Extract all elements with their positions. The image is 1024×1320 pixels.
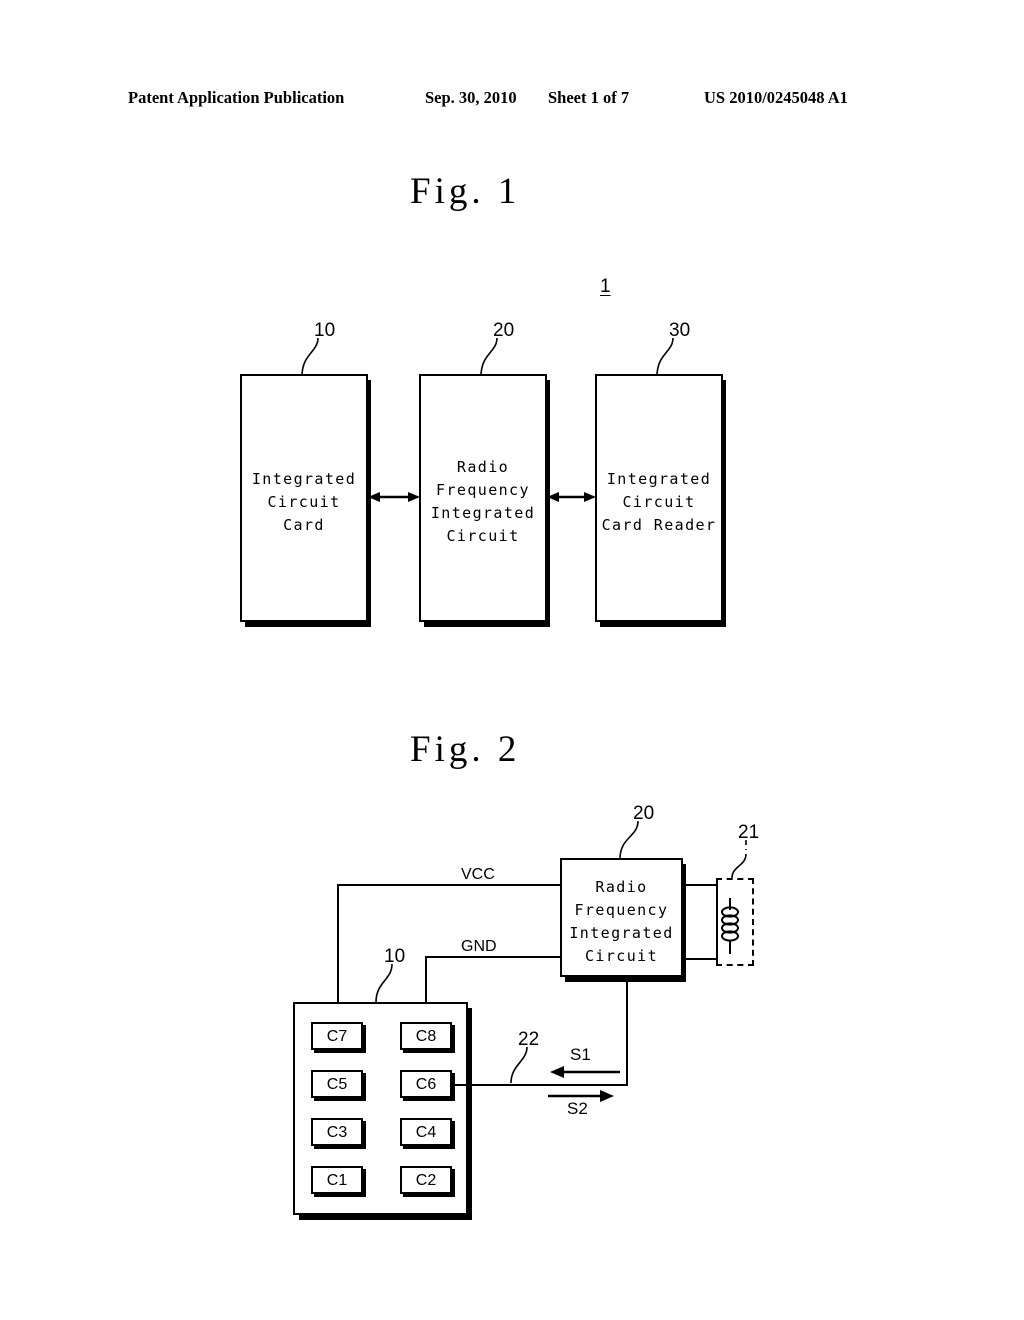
header-sheet: Sheet 1 of 7: [548, 88, 630, 107]
signal-s1-label: S1: [570, 1045, 591, 1064]
antenna-wire-top: [683, 884, 718, 886]
arrow-card-to-rfic: [368, 492, 420, 502]
page-header: Patent Application Publication Sep. 30, …: [0, 88, 1024, 112]
header-date: Sep. 30, 2010: [425, 88, 517, 107]
vcc-wire-label: VCC: [461, 866, 495, 883]
patent-drawing-page: Patent Application Publication Sep. 30, …: [0, 0, 1024, 1320]
gnd-wire-horizontal: [425, 956, 560, 958]
contact-pad-c3[interactable]: C3: [311, 1118, 363, 1146]
contact-pad-c2[interactable]: C2: [400, 1166, 452, 1194]
leader-line-10-fig1: [301, 337, 319, 377]
leader-line-22: [510, 1046, 528, 1084]
block-radio-frequency-integrated-circuit: Radio Frequency Integrated Circuit: [419, 374, 547, 622]
vcc-wire-horizontal: [337, 884, 560, 886]
contact-pad-c8[interactable]: C8: [400, 1022, 452, 1050]
contact-pad-c5[interactable]: C5: [311, 1070, 363, 1098]
block-30-shadow-bottom: [600, 622, 726, 627]
contact-pad-c6[interactable]: C6: [400, 1070, 452, 1098]
figure-1-caption: Fig. 1: [410, 171, 521, 212]
leader-line-20-fig1: [480, 337, 498, 377]
signal-s2-label: S2: [567, 1099, 588, 1118]
leader-line-20-fig2: [619, 820, 639, 860]
signal-wire-vertical: [626, 977, 628, 1086]
arrow-rfic-to-reader: [547, 492, 596, 502]
signal-wire-horizontal: [452, 1084, 628, 1086]
leader-line-30-fig1: [656, 337, 674, 377]
figure-1-system-reference: 1: [600, 276, 611, 297]
block-10-shadow-bottom: [245, 622, 371, 627]
block-10-label: Integrated Circuit Card: [251, 470, 357, 534]
gnd-wire-label: GND: [461, 938, 497, 955]
contact-pad-c4[interactable]: C4: [400, 1118, 452, 1146]
leader-line-10-fig2: [375, 963, 393, 1003]
block-20-label: Radio Frequency Integrated Circuit: [430, 458, 536, 545]
block-integrated-circuit-card-reader: Integrated Circuit Card Reader: [595, 374, 723, 622]
block-30-label: Integrated Circuit Card Reader: [601, 470, 717, 534]
contact-pad-c1[interactable]: C1: [311, 1166, 363, 1194]
block-20-shadow-bottom: [424, 622, 550, 627]
figure-2-caption: Fig. 2: [410, 729, 521, 770]
leader-line-21: [731, 840, 747, 879]
header-publication: Patent Application Publication: [128, 88, 345, 107]
inductor-coil-icon: [721, 898, 739, 954]
contact-pad-c7[interactable]: C7: [311, 1022, 363, 1050]
figure-2-rfic-label: Radio Frequency Integrated Circuit: [569, 878, 674, 965]
block-integrated-circuit-card: Integrated Circuit Card: [240, 374, 368, 622]
signal-s1-arrow: [550, 1066, 620, 1078]
figure-2-rfic-block: Radio Frequency Integrated Circuit: [560, 858, 683, 977]
header-patent-number: US 2010/0245048 A1: [704, 88, 848, 107]
antenna-wire-bottom: [683, 958, 718, 960]
